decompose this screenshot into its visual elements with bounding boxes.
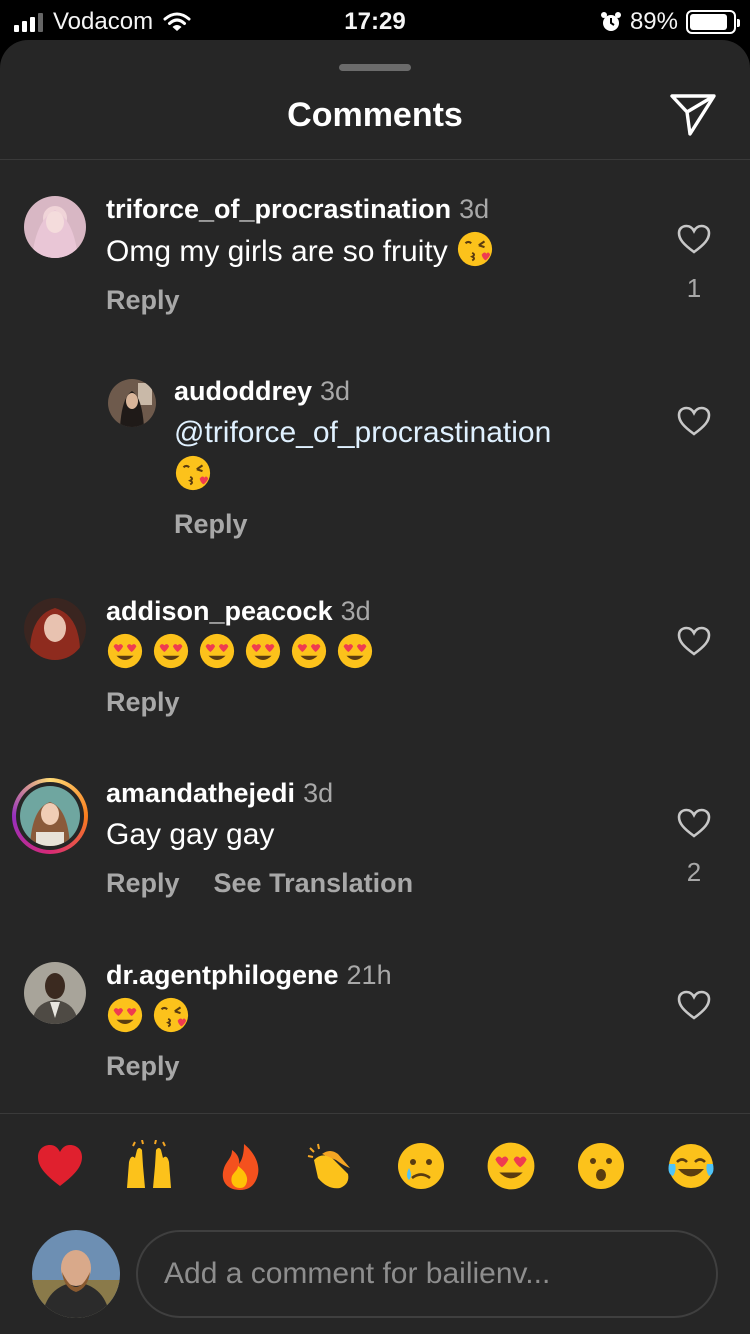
heart-outline-icon — [677, 406, 711, 436]
heart-eyes-button[interactable] — [485, 1140, 537, 1192]
comment-input[interactable] — [136, 1230, 718, 1318]
reply-button[interactable]: Reply — [174, 509, 248, 540]
sheet-grabber[interactable] — [339, 64, 411, 71]
heart-eyes-icon — [107, 633, 143, 669]
battery-icon — [686, 10, 740, 34]
heart-eyes-icon — [245, 633, 281, 669]
paper-plane-icon — [670, 94, 716, 136]
quick-reaction-bar — [0, 1139, 750, 1202]
face-blowing-kiss-icon — [457, 231, 493, 267]
heart-eyes-icon — [107, 997, 143, 1033]
avatar[interactable] — [108, 379, 156, 427]
like-button[interactable] — [677, 224, 711, 254]
like-count: 2 — [686, 857, 702, 887]
see-translation-button[interactable]: See Translation — [214, 868, 414, 899]
comment-time: 21h — [346, 960, 392, 990]
avatar-story-ring[interactable] — [12, 778, 88, 854]
comment-text: @triforce_of_procrastination — [174, 412, 644, 497]
reply-button[interactable]: Reply — [106, 868, 180, 899]
status-bar: Vodacom 17:29 89% — [0, 0, 750, 40]
heart-eyes-icon — [291, 633, 327, 669]
comment-text — [106, 996, 656, 1039]
comment-text — [106, 632, 656, 675]
reply-button[interactable]: Reply — [106, 1051, 180, 1082]
astonished-face-icon — [578, 1143, 624, 1189]
clapping-hands-button[interactable] — [304, 1140, 356, 1192]
comment-time: 3d — [320, 376, 351, 406]
header-divider — [0, 159, 750, 160]
comment-username[interactable]: triforce_of_procrastination — [106, 194, 451, 224]
crying-face-button[interactable] — [395, 1140, 447, 1192]
clapping-hands-icon — [307, 1143, 350, 1189]
like-button[interactable] — [677, 626, 711, 656]
face-blowing-kiss-icon — [175, 455, 211, 491]
comment-username[interactable]: amandathejedi — [106, 778, 295, 808]
avatar[interactable] — [24, 598, 86, 660]
heart-eyes-icon — [337, 633, 373, 669]
comments-sheet: Comments triforce_of_procrastination 3d O… — [0, 40, 750, 1334]
current-user-avatar[interactable] — [32, 1230, 120, 1318]
fire-button[interactable] — [214, 1140, 266, 1192]
comment-time: 3d — [459, 194, 490, 224]
heart-eyes-icon — [487, 1142, 535, 1190]
comment-username[interactable]: audoddrey — [174, 376, 312, 406]
battery-percent: 89% — [629, 8, 678, 35]
raising-hands-button[interactable] — [123, 1139, 175, 1192]
composer-divider — [0, 1113, 750, 1114]
sheet-title: Comments — [287, 96, 463, 134]
share-button[interactable] — [668, 92, 718, 138]
red-heart-button[interactable] — [34, 1140, 86, 1192]
comment-time: 3d — [340, 596, 371, 626]
heart-eyes-icon — [153, 633, 189, 669]
comment-username[interactable]: dr.agentphilogene — [106, 960, 339, 990]
like-button[interactable] — [677, 406, 711, 436]
tears-of-joy-button[interactable] — [665, 1140, 717, 1192]
avatar[interactable] — [24, 196, 86, 258]
heart-outline-icon — [677, 990, 711, 1020]
red-heart-icon — [38, 1145, 82, 1186]
comment-username[interactable]: addison_peacock — [106, 596, 333, 626]
comment-text-content: Omg my girls are so fruity — [106, 235, 448, 268]
face-blowing-kiss-icon — [153, 997, 189, 1033]
heart-outline-icon — [677, 626, 711, 656]
alarm-clock-icon — [600, 12, 621, 31]
avatar[interactable] — [24, 962, 86, 1024]
tears-of-joy-icon — [668, 1144, 714, 1188]
mention-link[interactable]: @triforce_of_procrastination — [174, 416, 551, 449]
like-count: 1 — [686, 273, 702, 303]
heart-eyes-icon — [199, 633, 235, 669]
like-button[interactable] — [677, 808, 711, 838]
like-button[interactable] — [677, 990, 711, 1020]
crying-face-icon — [398, 1143, 444, 1189]
astonished-face-button[interactable] — [575, 1140, 627, 1192]
comment-text: Omg my girls are so fruity — [106, 230, 656, 273]
fire-icon — [222, 1144, 259, 1190]
reply-button[interactable]: Reply — [106, 285, 180, 316]
reply-button[interactable]: Reply — [106, 687, 180, 718]
heart-outline-icon — [677, 224, 711, 254]
comment-text: Gay gay gay — [106, 818, 275, 851]
comment-time: 3d — [303, 778, 334, 808]
raising-hands-icon — [127, 1139, 171, 1188]
heart-outline-icon — [677, 808, 711, 838]
